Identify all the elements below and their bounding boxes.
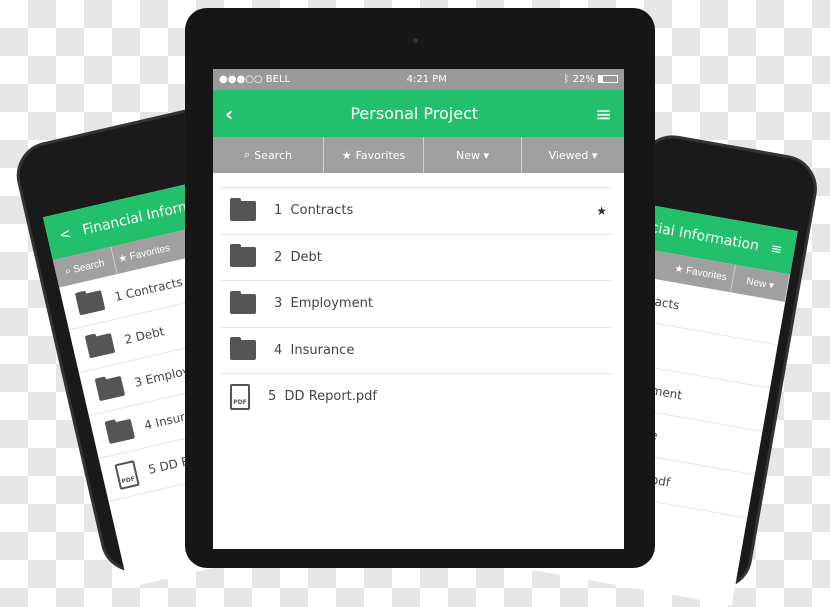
toolbar: ⌕ Search ★ Favorites New ▾ Viewed ▾	[213, 137, 624, 173]
file-row[interactable]: 2 Debt	[220, 233, 611, 281]
folder-icon	[105, 418, 135, 444]
app-header: ‹ Personal Project ≡	[213, 90, 624, 137]
file-name: 4 Insurance	[274, 342, 355, 358]
item-label: 1 Contracts	[113, 274, 184, 304]
file-name: 1 Contracts	[274, 203, 354, 219]
clock: 4:21 PM	[406, 74, 447, 85]
file-name: 5 DD Report.pdf	[268, 389, 377, 405]
menu-icon[interactable]: ≡	[769, 241, 783, 259]
menu-icon[interactable]: ≡	[595, 102, 612, 126]
search-icon: ⌕	[244, 148, 251, 161]
tablet-screen: ●●●○○ BELL 4:21 PM ᛒ 22% ‹ Personal Proj…	[213, 69, 624, 549]
battery-icon	[597, 75, 618, 83]
search-button[interactable]: ⌕ Search	[213, 137, 324, 173]
file-row[interactable]: 1 Contracts ★	[220, 187, 611, 234]
viewed-dropdown[interactable]: Viewed ▾	[522, 137, 624, 173]
folder-icon	[95, 375, 126, 401]
file-name: 3 Employment	[274, 296, 373, 312]
folder-icon	[85, 332, 116, 358]
favorites-button[interactable]: ★ Favorites	[324, 137, 424, 173]
folder-icon	[75, 289, 106, 316]
pdf-icon: PDF	[230, 383, 250, 410]
file-list: 1 Contracts ★ 2 Debt 3 Employment 4 Insuranc…	[213, 173, 624, 420]
carrier: ●●●○○ BELL	[219, 74, 291, 85]
camera	[413, 38, 418, 43]
new-dropdown[interactable]: New ▾	[424, 137, 522, 173]
folder-icon	[230, 244, 256, 268]
folder-icon	[230, 290, 256, 314]
item-label: 2 Debt	[123, 323, 166, 347]
star-icon: ★	[341, 148, 352, 162]
folder-icon	[230, 337, 256, 361]
back-icon[interactable]: ‹	[225, 102, 233, 126]
page-title: Personal Project	[350, 104, 479, 123]
tablet: ●●●○○ BELL 4:21 PM ᛒ 22% ‹ Personal Proj…	[185, 8, 655, 568]
file-name: 2 Debt	[274, 249, 322, 265]
file-row[interactable]: 4 Insurance	[220, 326, 611, 374]
folder-icon	[230, 197, 256, 221]
star-icon[interactable]: ★	[596, 204, 607, 218]
pdf-icon: PDF	[114, 459, 140, 490]
file-row[interactable]: PDF 5 DD Report.pdf	[220, 373, 611, 420]
file-row[interactable]: 3 Employment	[220, 280, 611, 327]
back-icon[interactable]: <	[58, 226, 73, 244]
bluetooth-icon: ᛒ	[563, 74, 570, 85]
status-bar: ●●●○○ BELL 4:21 PM ᛒ 22%	[213, 69, 624, 90]
battery: ᛒ 22%	[563, 74, 618, 85]
